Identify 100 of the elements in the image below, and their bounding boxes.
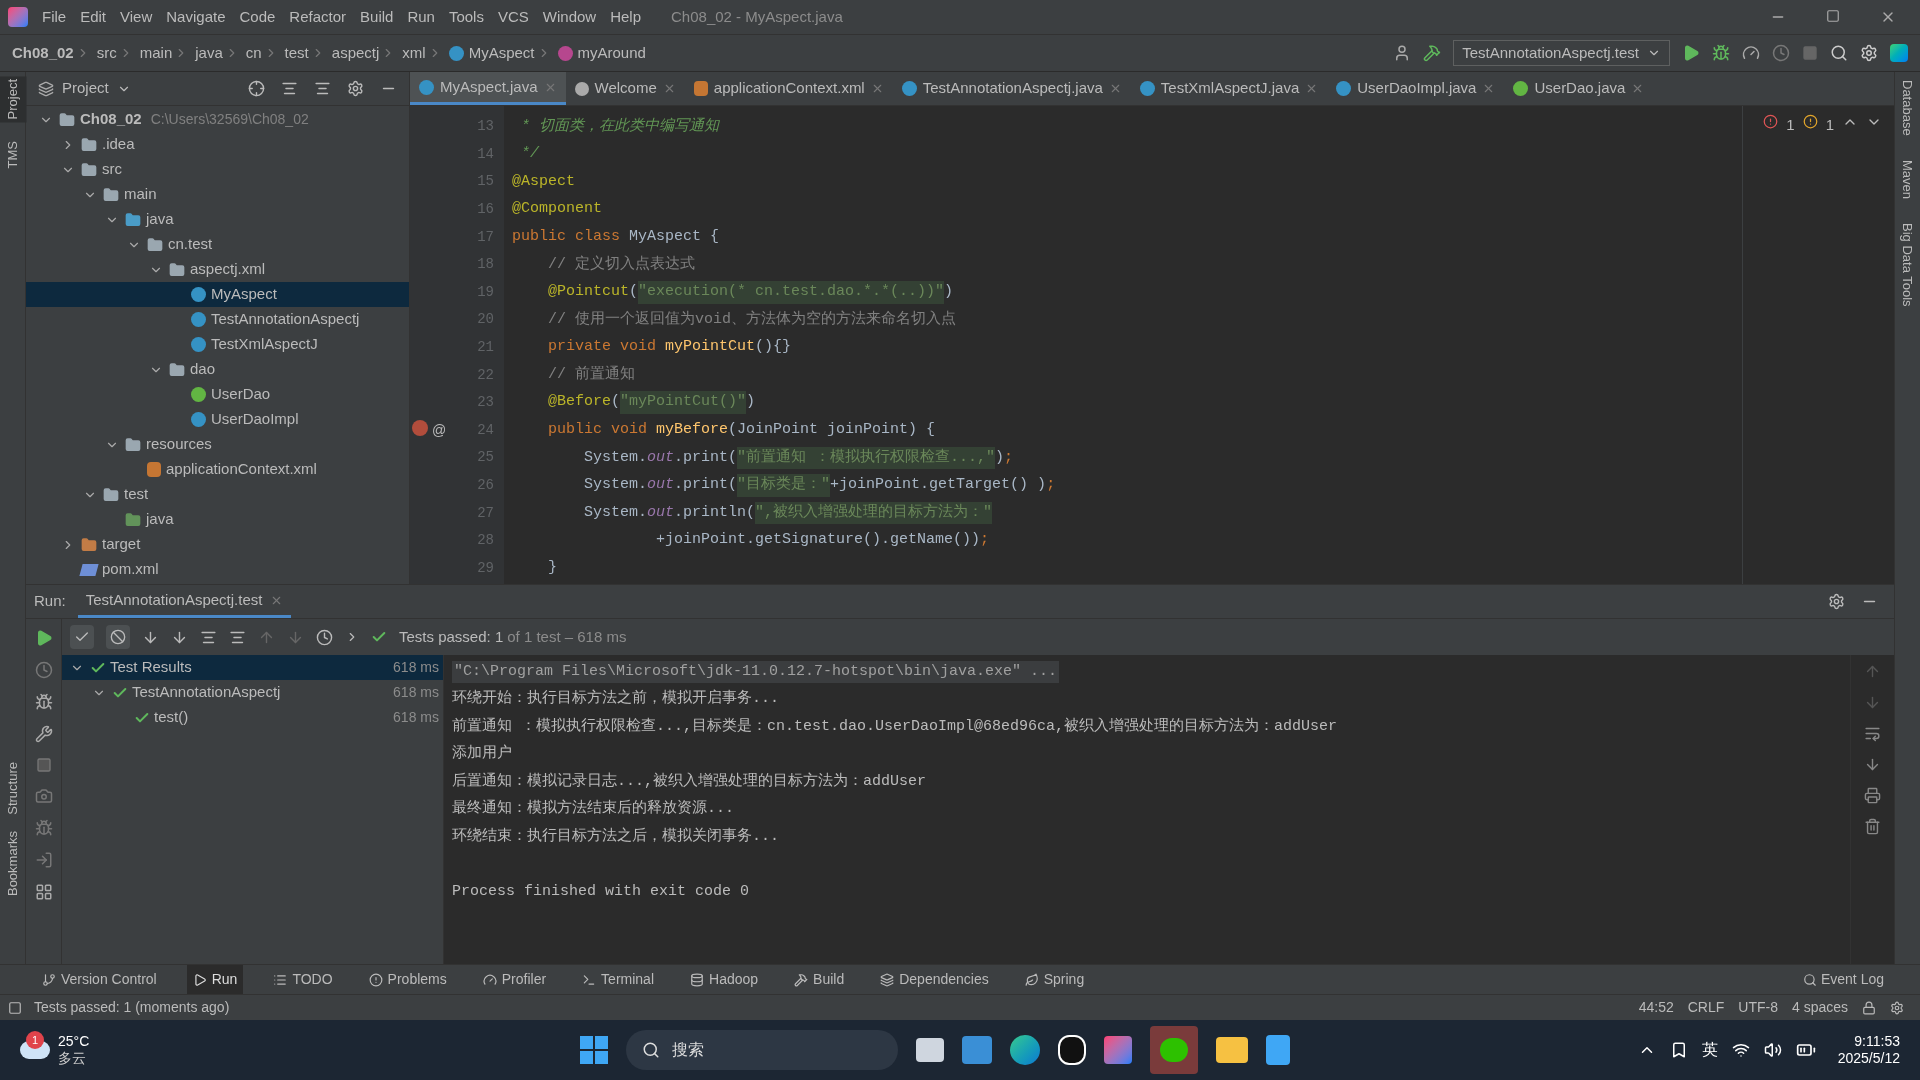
tree-item[interactable]: test [26,482,409,507]
input-method[interactable]: 英 [1701,1038,1718,1062]
breadcrumb[interactable]: test [284,41,309,65]
layout-icon[interactable] [34,883,53,901]
test-result-item[interactable]: test() 618 ms [62,705,443,730]
breadcrumb[interactable]: java [195,41,223,65]
taskbar-search-field[interactable]: 搜索 [626,1030,898,1070]
menu-item[interactable]: Build [360,5,394,29]
profiler-icon[interactable] [1742,44,1760,62]
debug-icon[interactable] [1712,44,1730,62]
lock-icon[interactable] [1862,1000,1876,1015]
menu-item[interactable]: Navigate [166,5,226,29]
tool-window-button[interactable]: Maven [1897,159,1918,199]
tool-window-tab[interactable]: Dependencies [874,965,995,994]
editor-tab[interactable]: Welcome [565,72,685,105]
breadcrumb[interactable]: cn [245,41,262,65]
browser-icon[interactable] [1010,1035,1040,1065]
locate-icon[interactable] [248,80,265,97]
editor-tab[interactable]: MyAspect.java [410,72,566,105]
tree-item[interactable]: java [26,507,409,532]
rerun-failed-icon[interactable] [34,661,53,679]
tree-item[interactable]: Ch08_02 C:\Users\32569\Ch08_02 [26,107,409,132]
tree-item[interactable]: TestXmlAspectJ [26,332,409,357]
run-config-selector[interactable]: TestAnnotationAspectj.test [1453,40,1670,66]
breadcrumb[interactable]: src [96,41,117,65]
show-ignored-toggle-icon[interactable] [106,625,130,649]
trash-icon[interactable] [1864,818,1881,835]
history-icon[interactable] [1772,44,1790,62]
settings-icon[interactable] [347,80,364,97]
tool-window-tab[interactable]: TODO [267,965,339,994]
editor-tab[interactable]: applicationContext.xml [684,72,893,105]
wrench-icon[interactable] [34,725,53,743]
restore-icon[interactable] [1826,9,1840,23]
tree-item[interactable]: MyAspect [26,282,409,307]
tool-window-tab[interactable]: Terminal [576,965,660,994]
menu-item[interactable]: View [120,5,153,29]
tree-item[interactable]: main [26,182,409,207]
menu-item[interactable]: Run [407,5,435,29]
menu-item[interactable]: Edit [80,5,107,29]
tool-window-tab[interactable]: Version Control [36,965,163,994]
tool-window-tab[interactable]: Run [186,965,244,994]
tool-window-tab[interactable]: Hadoop [684,965,765,994]
tree-item[interactable]: dao [26,357,409,382]
warning-icon[interactable] [1802,114,1818,129]
tree-item[interactable]: pom.xml [26,557,409,582]
tree-item[interactable]: cn.test [26,232,409,257]
tree-item[interactable]: aspectj.xml [26,257,409,282]
status-item[interactable]: UTF-8 [1738,997,1778,1018]
editor-tab[interactable]: UserDaoImpl.java [1327,72,1505,105]
tree-item[interactable]: TestAnnotationAspectj [26,307,409,332]
breadcrumb[interactable]: xml [402,41,426,65]
build-icon[interactable] [1423,44,1442,62]
exit-icon[interactable] [34,851,53,869]
tool-window-tab[interactable]: Problems [362,965,453,994]
history-icon[interactable] [316,628,333,646]
menu-item[interactable]: VCS [497,5,529,29]
breadcrumb[interactable]: main [139,41,173,65]
tool-window-button[interactable]: Project [0,76,27,123]
menu-item[interactable]: File [42,5,67,29]
tool-window-button[interactable]: Structure [2,762,23,815]
override-marker-icon[interactable] [412,419,428,436]
editor-tab[interactable]: TestXmlAspectJ.java [1130,72,1328,105]
status-item[interactable]: 44:52 [1638,997,1674,1018]
menu-item[interactable]: Window [542,5,597,29]
debug-icon[interactable] [34,819,53,837]
tree-item[interactable]: src [26,157,409,182]
gutter-marker[interactable]: @ [432,419,447,441]
soft-wrap-icon[interactable] [1864,725,1881,742]
show-passed-toggle-icon[interactable] [70,625,94,649]
search-icon[interactable] [1830,44,1848,62]
wifi-icon[interactable] [1731,1041,1750,1059]
panel-toggle-icon[interactable] [8,1000,22,1015]
print-icon[interactable] [1864,787,1881,804]
tool-window-tab[interactable]: Spring [1018,965,1091,994]
start-icon[interactable] [580,1036,608,1064]
menu-item[interactable]: Help [610,5,642,29]
menu-item[interactable]: Code [239,5,276,29]
volume-icon[interactable] [1763,1041,1782,1059]
breadcrumb[interactable]: Ch08_02 [12,41,74,65]
camera-icon[interactable] [34,787,53,805]
panel-title[interactable]: Project [62,77,109,100]
tool-window-button[interactable]: TMS [0,138,27,172]
error-icon[interactable] [1763,114,1779,129]
tree-item[interactable]: java [26,207,409,232]
breadcrumb[interactable]: myAround [577,41,646,65]
scroll-to-end-icon[interactable] [1864,756,1881,773]
settings-icon[interactable] [1828,593,1845,610]
breadcrumb[interactable]: aspectj [331,41,380,65]
run-icon[interactable] [1682,44,1700,62]
test-result-item[interactable]: TestAnnotationAspectj 618 ms [62,680,443,705]
menu-item[interactable]: Refactor [289,5,347,29]
editor-tab[interactable]: UserDao.java [1504,72,1654,105]
tool-window-button[interactable]: Bookmarks [2,830,23,896]
tool-window-button[interactable]: Big Data Tools [1897,222,1918,307]
editor-tab[interactable]: TestAnnotationAspectj.java [892,72,1131,105]
inspection-icon[interactable] [1890,1000,1904,1015]
tool-window-button[interactable]: Database [1897,80,1918,136]
breadcrumb[interactable]: MyAspect [468,41,535,65]
tree-item[interactable]: UserDao [26,382,409,407]
tree-item[interactable]: .idea [26,132,409,157]
